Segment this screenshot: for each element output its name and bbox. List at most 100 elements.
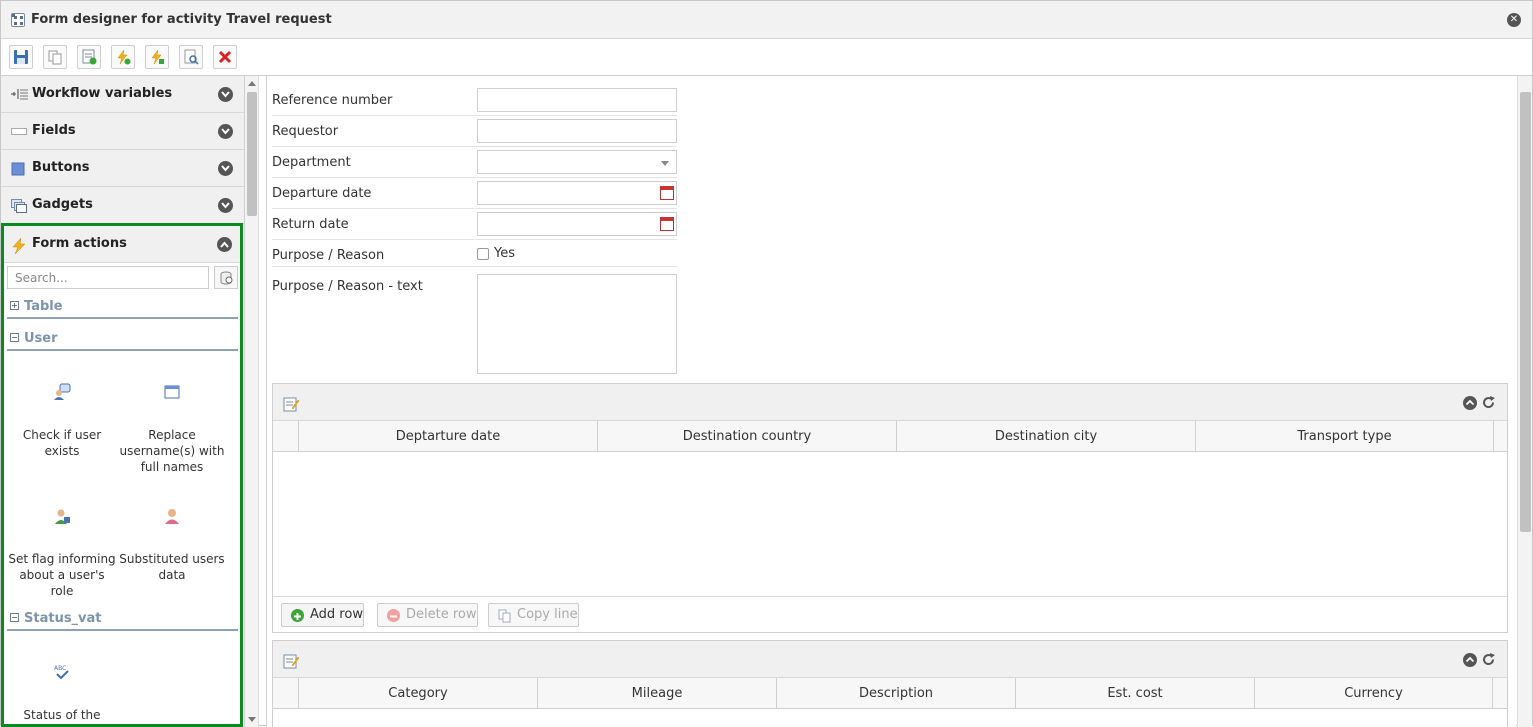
chevron-up-icon[interactable] bbox=[217, 237, 232, 252]
add-action-icon bbox=[117, 49, 131, 65]
chevron-down-icon[interactable] bbox=[218, 198, 233, 213]
requestor-input[interactable] bbox=[477, 119, 677, 143]
form-designer-window: Form designer for activity Travel reques… bbox=[0, 0, 1533, 727]
field-label: Purpose / Reason - text bbox=[272, 279, 423, 294]
calendar-icon[interactable] bbox=[660, 217, 674, 231]
collapse-icon[interactable]: − bbox=[10, 333, 19, 342]
chevron-down-icon[interactable] bbox=[218, 161, 233, 176]
column-header[interactable]: Mileage bbox=[537, 678, 776, 709]
field-departure-date: Departure date bbox=[272, 181, 677, 209]
field-label: Departure date bbox=[272, 186, 372, 201]
group-title: Status_vat bbox=[24, 611, 102, 626]
section-fields[interactable]: Fields bbox=[1, 113, 244, 150]
section-workflow-variables[interactable]: Workflow variables bbox=[1, 76, 244, 113]
scroll-up-icon[interactable] bbox=[248, 81, 256, 86]
column-header[interactable]: Transport type bbox=[1195, 421, 1494, 452]
window-icon bbox=[163, 383, 181, 401]
action-check-user-exists[interactable]: Check if user exists bbox=[7, 383, 117, 459]
column-header[interactable]: Deptarture date bbox=[298, 421, 597, 452]
add-row-button[interactable]: Add row bbox=[281, 603, 364, 627]
button-label: Delete row bbox=[406, 607, 477, 622]
collapse-grid-icon[interactable] bbox=[1463, 653, 1477, 667]
toolbox-scrollbar[interactable] bbox=[245, 76, 259, 727]
section-form-actions[interactable]: Form actions bbox=[4, 226, 240, 263]
field-icon bbox=[11, 125, 27, 140]
collapse-grid-icon[interactable] bbox=[1463, 396, 1477, 410]
copy-button[interactable] bbox=[43, 45, 67, 69]
group-title: Table bbox=[24, 299, 63, 314]
action-label: Status of the bbox=[23, 708, 101, 722]
column-header[interactable]: Est. cost bbox=[1015, 678, 1254, 709]
travel-segments-grid: Deptarture date Destination country Dest… bbox=[272, 383, 1508, 633]
delete-row-button[interactable]: Delete row bbox=[377, 603, 478, 627]
section-label: Gadgets bbox=[32, 197, 93, 212]
section-label: Workflow variables bbox=[32, 86, 173, 101]
add-action-button[interactable] bbox=[111, 45, 135, 69]
column-header[interactable]: Destination city bbox=[896, 421, 1195, 452]
field-label: Return date bbox=[272, 217, 349, 232]
chevron-down-icon[interactable] bbox=[218, 124, 233, 139]
search-options-button[interactable] bbox=[214, 266, 238, 289]
section-buttons[interactable]: Buttons bbox=[1, 150, 244, 187]
scroll-down-icon[interactable] bbox=[248, 717, 256, 722]
close-icon[interactable]: ✕ bbox=[1507, 13, 1521, 27]
row-selector-column bbox=[273, 421, 298, 452]
edit-action-icon bbox=[151, 49, 164, 65]
user-flag-icon bbox=[53, 507, 71, 525]
action-replace-usernames[interactable]: Replace username(s) with full names bbox=[117, 383, 227, 475]
form-actions-search-input[interactable]: Search... bbox=[7, 266, 209, 289]
action-label: Check if user exists bbox=[22, 428, 102, 458]
department-dropdown[interactable] bbox=[477, 150, 677, 174]
action-substituted-users[interactable]: Substituted users data bbox=[117, 507, 227, 583]
column-header[interactable]: Description bbox=[776, 678, 1015, 709]
group-user[interactable]: − User bbox=[7, 329, 238, 351]
scroll-thumb[interactable] bbox=[1520, 92, 1531, 532]
refresh-icon[interactable] bbox=[1481, 395, 1496, 410]
form-canvas: Reference number Requestor Department De… bbox=[266, 76, 1516, 727]
scroll-thumb[interactable] bbox=[247, 92, 257, 216]
preview-button[interactable] bbox=[179, 45, 203, 69]
row-selector-column bbox=[273, 678, 298, 709]
refresh-icon[interactable] bbox=[1481, 652, 1496, 667]
button-icon bbox=[11, 162, 25, 180]
column-header[interactable]: Destination country bbox=[597, 421, 896, 452]
column-header[interactable]: Currency bbox=[1254, 678, 1493, 709]
departure-date-input[interactable] bbox=[477, 181, 677, 205]
reference-number-input[interactable] bbox=[477, 88, 677, 112]
chevron-down-icon bbox=[661, 161, 669, 166]
group-title: User bbox=[24, 331, 58, 346]
add-form-button[interactable] bbox=[77, 45, 101, 69]
section-gadgets[interactable]: Gadgets bbox=[1, 187, 244, 224]
grid-column-headers: Deptarture date Destination country Dest… bbox=[273, 421, 1507, 452]
edit-action-button[interactable] bbox=[145, 45, 169, 69]
delete-button[interactable] bbox=[213, 45, 237, 69]
action-set-user-role-flag[interactable]: Set flag informing about a user's role bbox=[7, 507, 117, 599]
expand-icon[interactable]: + bbox=[10, 301, 19, 310]
calendar-icon[interactable] bbox=[660, 186, 674, 200]
action-status-vat[interactable]: ABC Status of the bbox=[7, 663, 117, 723]
purpose-reason-textarea[interactable] bbox=[477, 274, 677, 374]
title-bar: Form designer for activity Travel reques… bbox=[1, 1, 1532, 39]
svg-text:ABC: ABC bbox=[54, 665, 66, 672]
add-form-icon bbox=[82, 49, 97, 65]
copy-line-button[interactable]: Copy line bbox=[488, 603, 579, 627]
collapse-icon[interactable]: − bbox=[10, 613, 19, 622]
action-label: Replace username(s) with full names bbox=[119, 428, 225, 474]
group-table[interactable]: + Table bbox=[7, 297, 238, 319]
field-label: Reference number bbox=[272, 93, 393, 108]
field-label: Purpose / Reason bbox=[272, 248, 385, 263]
field-label: Requestor bbox=[272, 124, 339, 139]
edit-grid-icon[interactable] bbox=[283, 396, 300, 416]
user-check-icon bbox=[53, 383, 71, 401]
edit-grid-icon[interactable] bbox=[283, 653, 300, 673]
column-header[interactable]: Category bbox=[298, 678, 537, 709]
add-icon bbox=[291, 609, 304, 622]
chevron-down-icon[interactable] bbox=[218, 87, 233, 102]
canvas-scrollbar[interactable] bbox=[1517, 76, 1532, 727]
purpose-reason-checkbox[interactable] bbox=[477, 248, 489, 260]
save-button[interactable] bbox=[9, 45, 33, 69]
button-label: Copy line bbox=[517, 607, 578, 622]
group-status-vat[interactable]: − Status_vat bbox=[7, 609, 238, 631]
grid-tools bbox=[1463, 395, 1497, 411]
return-date-input[interactable] bbox=[477, 212, 677, 236]
